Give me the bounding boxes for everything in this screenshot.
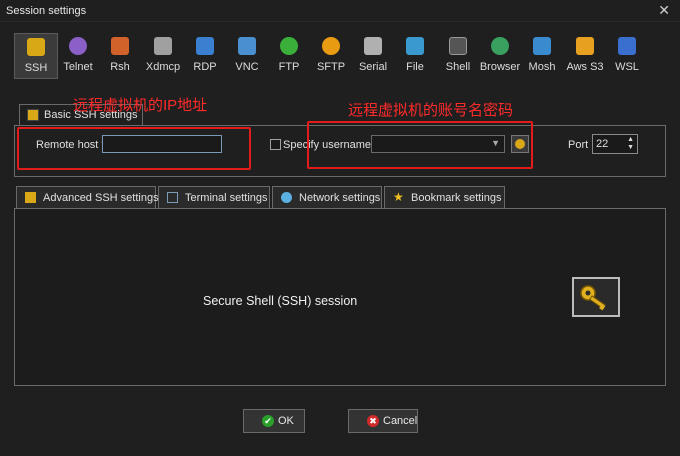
tool-label: RDP (193, 61, 217, 73)
session-type-toolbar: SSH Telnet Rsh Xdmcp RDP VNC FTP SFTP Se… (12, 33, 642, 79)
network-icon (281, 192, 292, 203)
ftp-icon (280, 37, 298, 55)
tab-advanced-ssh-settings[interactable]: Advanced SSH settings (16, 186, 159, 208)
serial-icon (364, 37, 382, 55)
tool-ftp[interactable]: FTP (267, 33, 311, 79)
annotation-host-note: 远程虚拟机的IP地址 (73, 97, 208, 114)
telnet-icon (69, 37, 87, 55)
tool-rsh[interactable]: Rsh (98, 33, 142, 79)
cancel-icon: ✖ (367, 415, 379, 427)
tool-rdp[interactable]: RDP (183, 33, 227, 79)
tab-label: Network settings (299, 192, 381, 204)
tool-label: VNC (235, 61, 259, 73)
tool-label: Serial (358, 61, 388, 73)
cancel-button[interactable]: ✖ Cancel (348, 409, 418, 433)
title-bar: Session settings ✕ (0, 0, 680, 22)
file-icon (406, 37, 424, 55)
tool-mosh[interactable]: Mosh (520, 33, 564, 79)
ssh-key-icon (27, 38, 45, 56)
aws-s3-icon (576, 37, 594, 55)
tab-terminal-settings[interactable]: Terminal settings (158, 186, 270, 208)
tool-telnet[interactable]: Telnet (56, 33, 100, 79)
tool-file[interactable]: File (393, 33, 437, 79)
tool-label: SSH (24, 62, 48, 74)
tool-wsl[interactable]: WSL (605, 33, 649, 79)
tool-label: FTP (278, 61, 300, 73)
ssh-key-icon (27, 109, 39, 121)
tool-label: Rsh (110, 61, 130, 73)
sftp-icon (322, 37, 340, 55)
rdp-icon (196, 37, 214, 55)
port-spinner[interactable]: 22 ▲ ▼ (592, 134, 638, 154)
tab-network-settings[interactable]: Network settings (272, 186, 382, 208)
tool-label: WSL (615, 61, 639, 73)
tool-browser[interactable]: Browser (478, 33, 522, 79)
annotation-box-host (17, 127, 251, 170)
shell-icon (449, 37, 467, 55)
tool-serial[interactable]: Serial (351, 33, 395, 79)
ok-label: OK (278, 415, 294, 427)
tab-label: Advanced SSH settings (43, 192, 159, 204)
tool-ssh[interactable]: SSH (14, 33, 58, 79)
tool-sftp[interactable]: SFTP (309, 33, 353, 79)
tool-shell[interactable]: Shell (436, 33, 480, 79)
terminal-icon (167, 192, 178, 203)
vnc-icon (238, 37, 256, 55)
session-description: Secure Shell (SSH) session (203, 294, 358, 308)
tool-aws-s3[interactable]: Aws S3 (563, 33, 607, 79)
window-title: Session settings (6, 5, 87, 17)
xdmcp-icon (154, 37, 172, 55)
tool-label: Shell (445, 61, 471, 73)
wsl-icon (618, 37, 636, 55)
tool-label: Browser (479, 61, 521, 73)
tab-bookmark-settings[interactable]: ★ Bookmark settings (384, 186, 505, 208)
port-value: 22 (596, 138, 609, 150)
specify-username-checkbox[interactable] (270, 139, 281, 150)
star-icon: ★ (393, 190, 404, 204)
tab-label: Terminal settings (185, 192, 268, 204)
check-icon: ✔ (262, 415, 274, 427)
rsh-icon (111, 37, 129, 55)
tool-label: Mosh (528, 61, 556, 73)
settings-panel: Secure Shell (SSH) session (14, 208, 666, 386)
mosh-icon (533, 37, 551, 55)
spin-up-icon[interactable]: ▲ (627, 136, 634, 143)
ssh-key-icon (572, 277, 620, 317)
tool-label: SFTP (316, 61, 346, 73)
tool-label: Aws S3 (566, 61, 604, 73)
tab-label: Bookmark settings (411, 192, 502, 204)
tool-xdmcp[interactable]: Xdmcp (141, 33, 185, 79)
tool-label: File (406, 61, 424, 73)
tool-label: Telnet (63, 61, 93, 73)
port-label: Port (568, 139, 589, 151)
cancel-label: Cancel (383, 415, 418, 427)
close-icon[interactable]: ✕ (658, 2, 670, 19)
browser-icon (491, 37, 509, 55)
tool-vnc[interactable]: VNC (225, 33, 269, 79)
annotation-user-note: 远程虚拟机的账号名密码 (348, 102, 514, 119)
ok-button[interactable]: ✔ OK (243, 409, 305, 433)
ssh-key-icon (25, 192, 36, 203)
spin-down-icon[interactable]: ▼ (627, 144, 634, 151)
tool-label: Xdmcp (145, 61, 181, 73)
annotation-box-username (307, 121, 533, 169)
